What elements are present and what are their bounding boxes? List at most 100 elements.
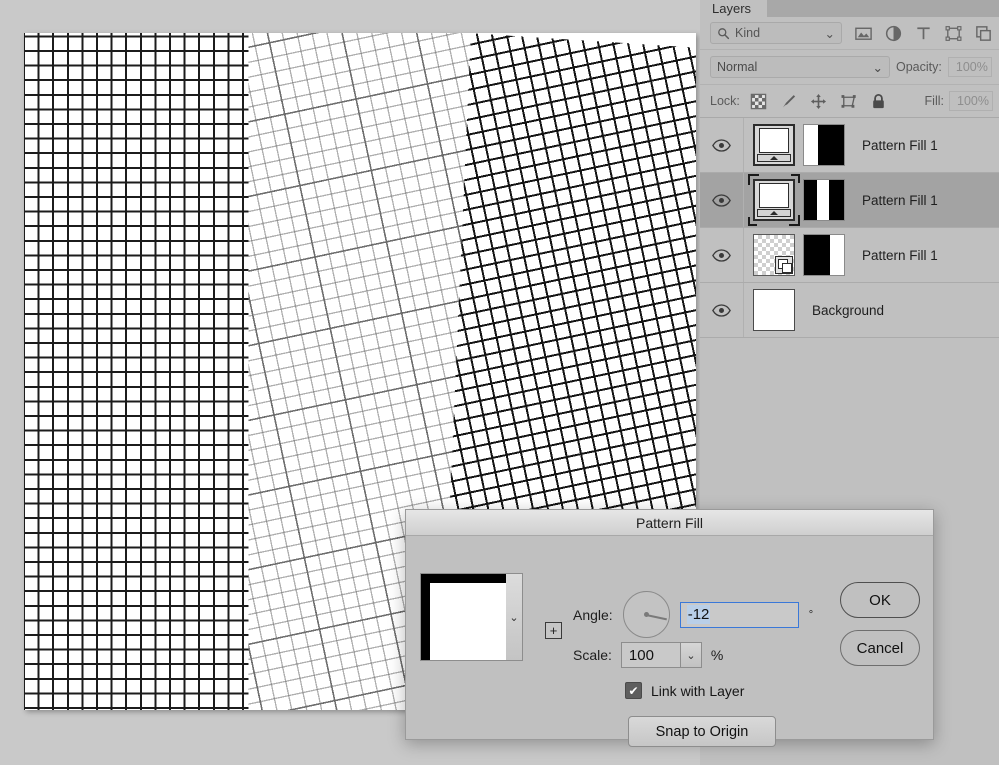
angle-dial[interactable] bbox=[623, 591, 670, 638]
lock-all-icon[interactable] bbox=[870, 93, 887, 110]
pattern-swatch[interactable] bbox=[421, 574, 506, 660]
link-with-layer-row[interactable]: ✔ Link with Layer bbox=[625, 682, 744, 699]
dialog-title: Pattern Fill bbox=[636, 515, 703, 531]
filter-icon-group bbox=[854, 24, 993, 43]
lock-image-icon[interactable] bbox=[780, 93, 797, 110]
table-row[interactable]: Background bbox=[700, 283, 999, 338]
layer-thumbnails bbox=[744, 234, 845, 276]
pattern-fill-bar bbox=[757, 209, 791, 217]
layer-thumbnails bbox=[744, 289, 795, 331]
lock-artboard-icon[interactable] bbox=[840, 93, 857, 110]
scale-label: Scale: bbox=[573, 647, 612, 663]
new-pattern-button[interactable]: + bbox=[545, 622, 562, 639]
table-row[interactable]: Pattern Fill 1 bbox=[700, 173, 999, 228]
layer-visibility-toggle[interactable] bbox=[700, 173, 744, 227]
snap-to-origin-label: Snap to Origin bbox=[656, 724, 749, 740]
search-icon bbox=[717, 27, 730, 40]
layer-name-label: Pattern Fill 1 bbox=[845, 138, 999, 153]
layer-visibility-toggle[interactable] bbox=[700, 283, 744, 337]
triangle-icon bbox=[770, 156, 778, 160]
background-thumbnail-icon bbox=[753, 289, 795, 331]
angle-input[interactable]: -12 bbox=[680, 602, 799, 628]
blend-mode-select[interactable]: Normal ⌄ bbox=[710, 56, 890, 78]
cancel-button-label: Cancel bbox=[857, 640, 904, 657]
pattern-fill-thumbnail-icon bbox=[753, 179, 795, 221]
pattern-fill-bar bbox=[757, 154, 791, 162]
filter-pixel-icon[interactable] bbox=[854, 24, 873, 43]
filter-smartobject-icon[interactable] bbox=[974, 24, 993, 43]
layer-mask-thumbnail[interactable] bbox=[803, 179, 845, 221]
layer-thumbnail[interactable] bbox=[753, 124, 795, 166]
panel-tab-bar: Layers bbox=[700, 0, 999, 17]
blend-mode-value: Normal bbox=[717, 60, 873, 74]
pattern-fill-inner bbox=[759, 128, 789, 153]
layer-thumbnail[interactable] bbox=[753, 289, 795, 331]
opacity-label: Opacity: bbox=[896, 60, 942, 74]
layer-thumbnail-selected[interactable] bbox=[753, 179, 795, 221]
angle-label: Angle: bbox=[573, 607, 613, 623]
mask-white-band bbox=[817, 180, 829, 220]
layer-thumbnails bbox=[744, 124, 845, 166]
layer-name-label: Background bbox=[795, 303, 999, 318]
layer-filter-row: Kind ⌄ bbox=[700, 17, 999, 50]
chevron-down-icon[interactable]: ⌄ bbox=[680, 643, 701, 667]
angle-hub-icon bbox=[644, 612, 649, 617]
mask-white-band bbox=[804, 125, 818, 165]
lock-label: Lock: bbox=[710, 94, 740, 108]
filter-shape-icon[interactable] bbox=[944, 24, 963, 43]
cancel-button[interactable]: Cancel bbox=[840, 630, 920, 666]
ok-button[interactable]: OK bbox=[840, 582, 920, 618]
lock-position-icon[interactable] bbox=[810, 93, 827, 110]
transparent-thumbnail-icon bbox=[753, 234, 795, 276]
fill-input[interactable]: 100% bbox=[949, 91, 993, 111]
pattern-picker[interactable]: ⌄ bbox=[420, 573, 523, 661]
angle-needle-icon bbox=[646, 614, 667, 620]
layer-name-label: Pattern Fill 1 bbox=[845, 248, 999, 263]
layer-visibility-toggle[interactable] bbox=[700, 118, 744, 172]
layer-list: Pattern Fill 1 bbox=[700, 118, 999, 338]
filter-adjustment-icon[interactable] bbox=[884, 24, 903, 43]
pattern-fill-dialog: Pattern Fill ⌄ + Angle: -12 ° Scale: bbox=[405, 509, 934, 740]
layer-mask-thumbnail[interactable] bbox=[803, 124, 845, 166]
fill-value: 100% bbox=[957, 94, 989, 108]
tab-layers[interactable]: Layers bbox=[700, 0, 767, 17]
link-with-layer-label: Link with Layer bbox=[651, 683, 744, 699]
layer-mask-thumbnail[interactable] bbox=[803, 234, 845, 276]
eye-icon bbox=[712, 194, 731, 207]
ok-button-label: OK bbox=[869, 592, 891, 609]
layer-visibility-toggle[interactable] bbox=[700, 228, 744, 282]
snap-to-origin-button[interactable]: Snap to Origin bbox=[628, 716, 776, 747]
link-with-layer-checkbox[interactable]: ✔ bbox=[625, 682, 642, 699]
triangle-icon bbox=[770, 211, 778, 215]
tab-filler bbox=[767, 0, 999, 17]
chevron-down-icon: ⌄ bbox=[873, 60, 883, 75]
chevron-down-icon[interactable]: ⌄ bbox=[506, 574, 522, 660]
table-row[interactable]: Pattern Fill 1 bbox=[700, 118, 999, 173]
eye-icon bbox=[712, 249, 731, 262]
mask-white-band bbox=[830, 235, 844, 275]
lock-transparency-icon[interactable] bbox=[750, 93, 767, 110]
filter-kind-select[interactable]: Kind ⌄ bbox=[710, 22, 842, 44]
opacity-input[interactable]: 100% bbox=[948, 57, 992, 77]
lock-row: Lock: bbox=[700, 85, 999, 118]
dialog-titlebar[interactable]: Pattern Fill bbox=[406, 510, 933, 536]
pattern-badge-icon bbox=[775, 256, 793, 274]
scale-field-group: Scale: 100 ⌄ % bbox=[573, 642, 723, 668]
table-row[interactable]: Pattern Fill 1 bbox=[700, 228, 999, 283]
pattern-fill-thumbnail-icon bbox=[753, 124, 795, 166]
pattern-fill-inner bbox=[759, 183, 789, 208]
blend-mode-row: Normal ⌄ Opacity: 100% bbox=[700, 50, 999, 85]
layer-name-label: Pattern Fill 1 bbox=[845, 193, 999, 208]
opacity-value: 100% bbox=[956, 60, 988, 74]
angle-field-group: Angle: -12 ° bbox=[573, 591, 813, 638]
tab-layers-label: Layers bbox=[712, 1, 751, 16]
angle-value: -12 bbox=[687, 605, 711, 624]
dialog-body: ⌄ + Angle: -12 ° Scale: 100 ⌄ bbox=[406, 536, 933, 741]
chevron-down-icon: ⌄ bbox=[825, 26, 835, 41]
fill-group: Fill: 100% bbox=[925, 91, 995, 111]
layer-thumbnails bbox=[744, 179, 845, 221]
eye-icon bbox=[712, 139, 731, 152]
layer-thumbnail[interactable] bbox=[753, 234, 795, 276]
scale-input[interactable]: 100 ⌄ bbox=[621, 642, 702, 668]
filter-type-icon[interactable] bbox=[914, 24, 933, 43]
